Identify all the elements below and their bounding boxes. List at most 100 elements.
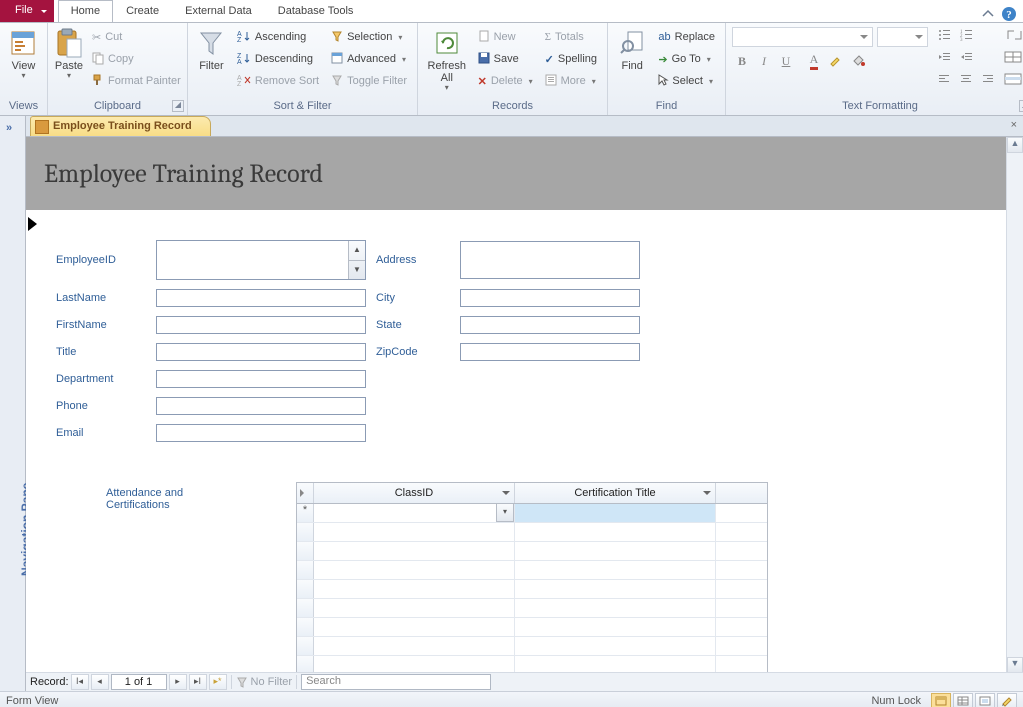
no-filter-indicator[interactable]: No Filter	[236, 676, 293, 688]
bullets-button[interactable]	[934, 25, 954, 45]
svg-text:Z: Z	[237, 37, 242, 44]
city-field[interactable]	[460, 289, 640, 307]
font-name-combo[interactable]	[732, 27, 873, 47]
replace-button[interactable]: abReplace	[654, 27, 719, 47]
clipboard-launcher[interactable]: ◢	[172, 100, 184, 112]
paste-button[interactable]: Paste▾	[54, 25, 84, 80]
gridlines-button[interactable]: ▾	[1002, 47, 1023, 67]
bold-button[interactable]: B	[732, 51, 752, 71]
col-header-certtitle[interactable]: Certification Title	[515, 483, 716, 503]
save-button[interactable]: Save	[474, 49, 537, 69]
new-record-button[interactable]: ▸*	[209, 674, 227, 690]
selection-icon	[331, 30, 343, 45]
layout-view-button[interactable]	[975, 693, 995, 707]
col-header-classid[interactable]: ClassID	[314, 483, 515, 503]
tab-create[interactable]: Create	[113, 0, 172, 22]
align-left-button[interactable]	[934, 69, 954, 89]
doc-tab-employee-training[interactable]: Employee Training Record	[30, 116, 211, 136]
combo-dropdown-icon[interactable]: ▾	[496, 504, 514, 522]
form-icon	[35, 120, 49, 134]
tab-external-data[interactable]: External Data	[172, 0, 265, 22]
design-view-button[interactable]	[997, 693, 1017, 707]
navigation-pane[interactable]: » Navigation Pane	[0, 116, 26, 691]
email-field[interactable]	[156, 424, 366, 442]
label-firstname: FirstName	[56, 319, 146, 331]
cell-classid[interactable]: ▾	[314, 504, 515, 522]
new-button[interactable]: New	[474, 27, 537, 47]
cell-certtitle[interactable]	[515, 504, 716, 522]
scroll-up-icon[interactable]: ▲	[1007, 137, 1023, 153]
spin-up-icon[interactable]: ▲	[349, 241, 365, 261]
vertical-scrollbar[interactable]: ▲ ▼	[1006, 137, 1023, 673]
state-field[interactable]	[460, 316, 640, 334]
address-field[interactable]	[460, 241, 640, 279]
font-size-combo[interactable]	[877, 27, 928, 47]
spelling-button[interactable]: ✓Spelling	[541, 49, 601, 69]
align-right-button[interactable]	[978, 69, 998, 89]
fill-color-button[interactable]	[848, 51, 868, 71]
alt-row-color-button[interactable]: ▾	[1002, 69, 1023, 89]
spelling-icon: ✓	[545, 53, 554, 66]
next-record-button[interactable]: ▸	[169, 674, 187, 690]
last-record-button[interactable]: ▸I	[189, 674, 207, 690]
filter-button[interactable]: Filter	[194, 25, 229, 72]
toggle-filter-button[interactable]: Toggle Filter	[327, 71, 411, 91]
find-button[interactable]: Find	[614, 25, 650, 72]
spin-down-icon[interactable]: ▼	[349, 261, 365, 280]
align-center-button[interactable]	[956, 69, 976, 89]
view-button[interactable]: View▾	[6, 25, 41, 80]
help-icon[interactable]: ?	[1001, 6, 1017, 22]
tab-file[interactable]: File	[0, 0, 54, 22]
datasheet-view-button[interactable]	[953, 693, 973, 707]
phone-field[interactable]	[156, 397, 366, 415]
label-address: Address	[376, 254, 450, 266]
status-bar: Form View Num Lock	[0, 691, 1023, 707]
text-direction-button[interactable]	[1002, 25, 1023, 45]
underline-button[interactable]: U	[776, 51, 796, 71]
zip-field[interactable]	[460, 343, 640, 361]
search-input[interactable]: Search	[301, 674, 491, 690]
refresh-all-button[interactable]: Refresh All▾	[424, 25, 470, 92]
employeeid-field[interactable]: ▲▼	[156, 240, 366, 280]
descending-button[interactable]: ZADescending	[233, 49, 323, 69]
goto-button[interactable]: ➔Go To▾	[654, 49, 719, 69]
delete-button[interactable]: ✕Delete▾	[474, 71, 537, 91]
scroll-down-icon[interactable]: ▼	[1007, 657, 1023, 673]
department-field[interactable]	[156, 370, 366, 388]
first-record-button[interactable]: I◂	[71, 674, 89, 690]
font-color-button[interactable]: A	[804, 51, 824, 71]
advanced-button[interactable]: Advanced▾	[327, 49, 411, 69]
remove-sort-button[interactable]: AZRemove Sort	[233, 71, 323, 91]
copy-button[interactable]: Copy	[88, 49, 185, 69]
totals-button[interactable]: ΣTotals	[541, 27, 601, 47]
delete-icon: ✕	[478, 75, 487, 88]
textfmt-launcher[interactable]: ◢	[1019, 100, 1023, 112]
tab-home[interactable]: Home	[58, 0, 113, 22]
record-selector[interactable]	[28, 217, 40, 231]
close-doc-button[interactable]: ×	[1011, 119, 1017, 131]
record-position[interactable]: 1 of 1	[111, 674, 167, 690]
expand-navpane-icon[interactable]: »	[6, 122, 12, 134]
italic-button[interactable]: I	[754, 51, 774, 71]
ascending-button[interactable]: AZAscending	[233, 27, 323, 47]
selection-button[interactable]: Selection▾	[327, 27, 411, 47]
highlight-button[interactable]	[826, 51, 846, 71]
minimize-ribbon-icon[interactable]	[981, 7, 995, 21]
increase-indent-icon[interactable]	[956, 47, 976, 67]
select-button[interactable]: Select▾	[654, 71, 719, 91]
numbering-button[interactable]: 123	[956, 25, 976, 45]
tab-database-tools[interactable]: Database Tools	[265, 0, 367, 22]
firstname-field[interactable]	[156, 316, 366, 334]
title-field[interactable]	[156, 343, 366, 361]
lastname-field[interactable]	[156, 289, 366, 307]
menu-tab-bar: File Home Create External Data Database …	[0, 0, 1023, 23]
subform-select-all[interactable]	[297, 483, 314, 503]
decrease-indent-icon[interactable]	[934, 47, 954, 67]
more-button[interactable]: More▾	[541, 71, 601, 91]
document-tabs: Employee Training Record ×	[26, 116, 1023, 137]
form-view-button[interactable]	[931, 693, 951, 707]
new-row-marker[interactable]: *	[297, 504, 314, 522]
format-painter-button[interactable]: Format Painter	[88, 71, 185, 91]
prev-record-button[interactable]: ◂	[91, 674, 109, 690]
cut-button[interactable]: ✂Cut	[88, 27, 185, 47]
